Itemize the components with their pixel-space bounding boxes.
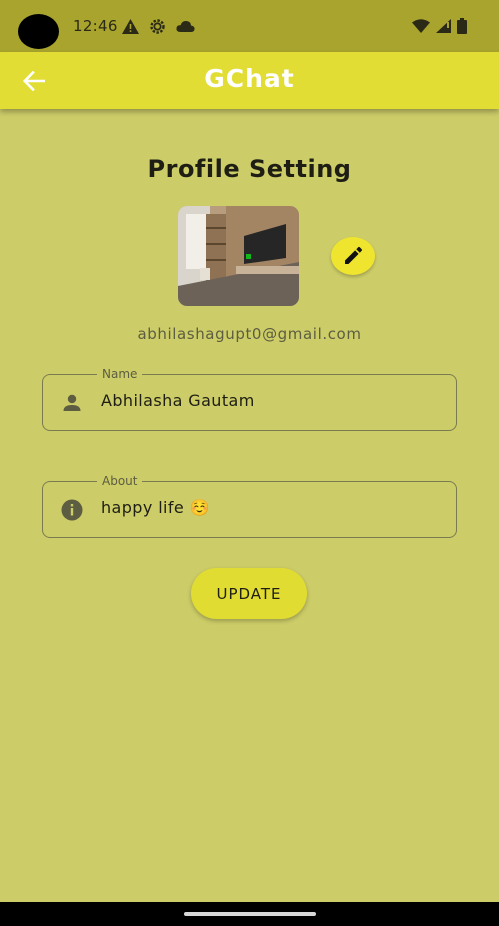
battery-icon xyxy=(457,18,467,34)
navigation-bar xyxy=(0,902,499,926)
pencil-icon xyxy=(345,246,363,264)
edit-button[interactable] xyxy=(331,237,375,275)
person-icon xyxy=(63,394,81,411)
update-button[interactable]: UPDATE xyxy=(191,568,307,619)
wifi-icon xyxy=(412,19,430,33)
about-field-label: About xyxy=(97,473,143,489)
signal-icon xyxy=(436,19,451,33)
info-icon xyxy=(61,499,83,521)
settings-icon xyxy=(150,18,165,34)
status-time: 12:46 xyxy=(73,17,118,35)
name-field-label: Name xyxy=(97,366,143,382)
status-bar: 12:46 xyxy=(0,0,499,52)
avatar[interactable] xyxy=(178,206,299,306)
status-icons-right xyxy=(412,16,467,36)
about-input[interactable]: happy life ☺️ xyxy=(101,498,210,517)
cloud-icon xyxy=(176,20,195,32)
name-input[interactable]: Abhilasha Gautam xyxy=(101,391,255,410)
room-photo-icon xyxy=(178,206,299,306)
home-indicator[interactable] xyxy=(184,912,316,916)
warning-icon xyxy=(122,18,139,34)
about-field[interactable]: About happy life ☺️ xyxy=(42,473,457,538)
app-title: GChat xyxy=(204,64,295,93)
email-text: abhilashagupt0@gmail.com xyxy=(137,325,362,343)
camera-cutout xyxy=(18,14,59,49)
name-field[interactable]: Name Abhilasha Gautam xyxy=(42,366,457,431)
app-bar: GChat xyxy=(0,52,499,109)
page-title: Profile Setting xyxy=(147,155,352,183)
status-icons-left xyxy=(122,16,195,36)
